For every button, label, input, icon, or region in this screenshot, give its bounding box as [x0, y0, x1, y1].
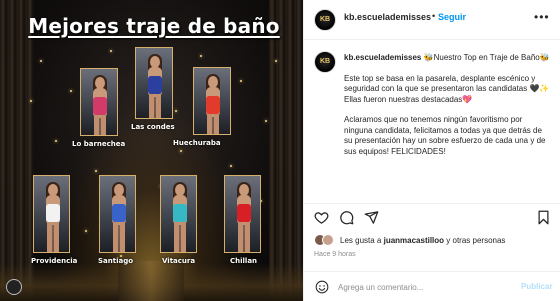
sparkle: [110, 50, 112, 52]
candidate-figure: [207, 114, 219, 134]
sparkle: [175, 110, 177, 112]
candidate-figure: [93, 97, 107, 115]
action-bar: [304, 203, 560, 229]
emoji-icon[interactable]: [315, 280, 329, 294]
sparkle: [180, 150, 182, 152]
candidate-figure: [113, 222, 125, 252]
sparkle: [30, 100, 32, 102]
sparkle: [55, 140, 57, 142]
caption-username[interactable]: kb.escuelademisses: [344, 53, 421, 62]
candidate-photo: [224, 175, 261, 253]
candidate-figure: [206, 96, 220, 114]
sparkle: [95, 170, 97, 172]
likes-prefix: Les gusta a: [340, 236, 384, 245]
candidate-photo: [160, 175, 197, 253]
caption: KB kb.escuelademisses 🐝Nuestro Top en Tr…: [304, 41, 560, 200]
candidate-photo: [193, 67, 231, 135]
candidate-name: Chillan: [230, 257, 258, 265]
sparkle: [240, 80, 242, 82]
post-time[interactable]: Hace 9 horas: [314, 251, 356, 258]
more-horizontal-icon[interactable]: •••: [534, 10, 550, 24]
candidate-photo: [80, 68, 118, 136]
candidate-figure: [148, 76, 162, 94]
header-username[interactable]: kb.escuelademisses: [344, 12, 431, 22]
likes-suffix[interactable]: y otras personas: [444, 236, 505, 245]
caption-paragraph1b: Ellas fueron nuestras destacadas💖: [344, 94, 473, 104]
candidate-figure: [238, 222, 250, 252]
candidate-photo: [33, 175, 70, 253]
candidate-figure: [46, 204, 60, 222]
candidate-figure: [173, 204, 187, 222]
caption-avatar[interactable]: KB: [314, 51, 336, 73]
sparkle: [85, 230, 87, 232]
liker-avatar[interactable]: [322, 234, 334, 246]
comment-bar: Publicar: [304, 271, 560, 301]
candidate-photo: [99, 175, 136, 253]
sparkle: [265, 120, 267, 122]
separator-dot: •: [432, 11, 436, 21]
candidate-name: Las condes: [131, 123, 175, 131]
comment-icon[interactable]: [339, 210, 354, 225]
candidate-figure: [237, 204, 251, 222]
candidate-name: Lo barnechea: [72, 140, 126, 148]
candidate-figure: [94, 115, 106, 135]
likes-text[interactable]: Les gusta a juanmacastilloo y otras pers…: [340, 236, 505, 245]
caption-paragraph1: Este top se basa en la pasarela, desplan…: [344, 73, 550, 94]
stage-podium: [118, 261, 184, 301]
curtain-right: [269, 0, 303, 301]
heart-icon[interactable]: [314, 210, 329, 225]
avatar[interactable]: KB: [314, 9, 336, 31]
likes-user[interactable]: juanmacastilloo: [384, 236, 444, 245]
sparkle: [70, 90, 72, 92]
share-icon[interactable]: [364, 210, 379, 225]
post-image[interactable]: Mejores traje de baño Lo barnechea Las co…: [0, 0, 303, 301]
tagged-user-icon[interactable]: [6, 279, 22, 295]
bookmark-icon[interactable]: [536, 210, 551, 225]
candidate-name: Huechuraba: [173, 139, 221, 147]
candidate-figure: [112, 204, 126, 222]
publish-button[interactable]: Publicar: [521, 282, 553, 291]
curtain-left: [0, 0, 34, 301]
candidate-figure: [47, 222, 59, 252]
post-title: Mejores traje de baño: [28, 14, 280, 38]
follow-button[interactable]: Seguir: [438, 12, 466, 22]
likes-row: Les gusta a juanmacastilloo y otras pers…: [314, 234, 554, 248]
sparkle: [40, 60, 42, 62]
post-panel: KB kb.escuelademisses • Seguir ••• KB kb…: [303, 0, 560, 301]
sparkle: [230, 165, 232, 167]
sparkle: [200, 55, 202, 57]
candidate-photo: [135, 47, 173, 119]
candidate-figure: [149, 94, 161, 118]
comment-input[interactable]: [338, 280, 508, 294]
sparkle: [275, 60, 277, 62]
candidate-figure: [174, 222, 186, 252]
caption-text: kb.escuelademisses 🐝Nuestro Top en Traje…: [344, 53, 551, 167]
candidate-name: Providencia: [31, 257, 78, 265]
candidate-name: Santiago: [98, 257, 134, 265]
caption-paragraph2: Aclaramos que no tenemos ningún favoriti…: [344, 115, 546, 156]
post-header: KB kb.escuelademisses • Seguir •••: [304, 0, 560, 40]
caption-line1: 🐝Nuestro Top en Traje de Baño🐝: [423, 53, 550, 62]
candidate-name: Vitacura: [162, 257, 196, 265]
